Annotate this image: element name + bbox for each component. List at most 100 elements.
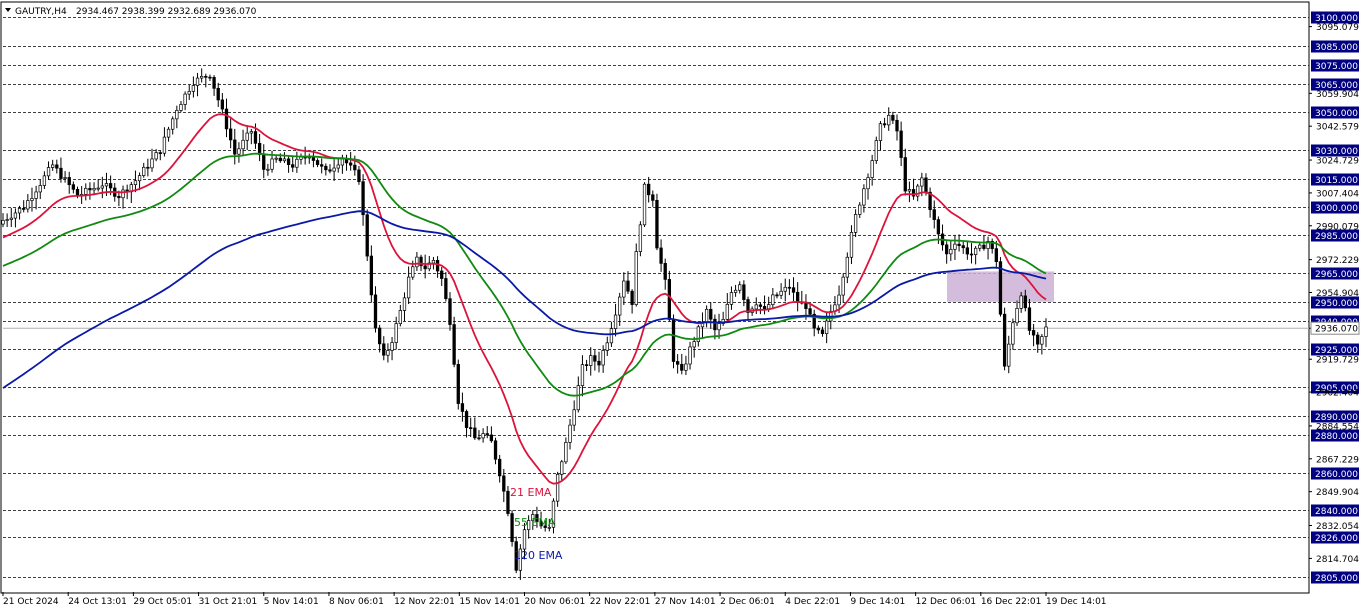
ema-layer xyxy=(2,113,1047,485)
candle-body xyxy=(849,232,854,258)
candle-body xyxy=(647,183,651,196)
candle-body xyxy=(671,319,676,362)
candle-body xyxy=(377,327,382,345)
candle-body xyxy=(67,177,71,186)
candle-body xyxy=(204,75,208,78)
candle-body xyxy=(493,440,498,460)
time-tick-label: 9 Dec 14:01 xyxy=(850,597,905,607)
candle-body xyxy=(659,247,663,264)
dropdown-triangle-icon[interactable] xyxy=(5,8,11,12)
candle-body xyxy=(667,279,672,320)
candle-body xyxy=(1031,330,1036,336)
ema55-line xyxy=(2,152,1047,397)
candle-body xyxy=(270,158,274,170)
candle-body xyxy=(435,259,440,272)
candle-body xyxy=(394,323,398,343)
candle-body xyxy=(195,77,200,86)
candle-body xyxy=(953,243,957,250)
price-tick-label: 2884.554 xyxy=(1316,422,1359,432)
candle-body xyxy=(638,224,643,252)
candle-body xyxy=(179,104,183,111)
candle-body xyxy=(907,189,912,192)
candle-body xyxy=(882,123,887,126)
candle-body xyxy=(874,140,878,161)
candle-body xyxy=(820,329,825,335)
candle-body xyxy=(887,114,891,126)
candle-body xyxy=(771,294,775,305)
candle-body xyxy=(315,160,320,165)
candle-body xyxy=(949,248,953,255)
candle-body xyxy=(228,128,233,141)
candle-body xyxy=(431,259,436,264)
candle-body xyxy=(837,294,841,306)
level-label: 2860.000 xyxy=(1315,470,1358,480)
candle-body xyxy=(704,308,709,323)
time-tick-label: 24 Oct 13:01 xyxy=(68,597,127,607)
candle-body xyxy=(1,219,5,225)
candle-body xyxy=(853,214,858,233)
candle-body xyxy=(791,287,796,293)
level-label: 3015.000 xyxy=(1315,176,1358,186)
time-tick-label: 20 Nov 06:01 xyxy=(525,597,586,607)
price-chart[interactable]: 3100.0003085.0003075.0003065.0003050.000… xyxy=(0,0,1362,611)
candle-body xyxy=(589,355,593,366)
candle-body xyxy=(353,164,357,171)
candle-body xyxy=(92,188,96,191)
candle-body xyxy=(593,355,597,362)
price-tick-label: 2954.904 xyxy=(1316,289,1359,299)
candle-body xyxy=(166,128,171,138)
level-label: 2805.000 xyxy=(1315,574,1358,584)
candle-body xyxy=(502,475,506,492)
candle-body xyxy=(398,310,402,325)
candle-body xyxy=(630,290,634,305)
level-label: 2965.000 xyxy=(1315,270,1358,280)
candle-body xyxy=(415,256,419,268)
candle-body xyxy=(365,214,369,257)
candle-body xyxy=(568,424,572,443)
candle-body xyxy=(580,364,585,386)
candle-body xyxy=(1011,322,1015,345)
candle-body xyxy=(59,167,63,179)
candle-body xyxy=(241,139,245,150)
time-tick-label: 12 Nov 22:01 xyxy=(394,597,455,607)
time-tick-label: 22 Nov 22:01 xyxy=(590,597,651,607)
candle-body xyxy=(738,284,742,291)
candle-body xyxy=(464,411,469,428)
candle-body xyxy=(51,164,55,168)
candle-body xyxy=(133,180,138,185)
candle-body xyxy=(216,87,220,101)
candle-body xyxy=(233,139,237,155)
time-tick-label: 8 Nov 06:01 xyxy=(329,597,384,607)
candle-body xyxy=(142,166,146,176)
candle-body xyxy=(816,327,821,331)
candle-body xyxy=(1007,343,1011,367)
candle-body xyxy=(754,304,758,310)
candle-body xyxy=(618,296,622,316)
candle-body xyxy=(684,363,688,371)
candle-body xyxy=(38,185,42,193)
candle-body xyxy=(448,298,452,325)
candle-body xyxy=(742,284,746,300)
candle-body xyxy=(349,162,353,166)
candle-body xyxy=(841,276,845,296)
candle-body xyxy=(245,132,249,141)
candle-body xyxy=(477,437,481,440)
price-axis: 3100.0003085.0003075.0003065.0003050.000… xyxy=(1309,11,1360,584)
time-tick-label: 27 Nov 14:01 xyxy=(655,597,716,607)
candle-body xyxy=(411,266,415,278)
candle-body xyxy=(13,212,18,219)
candle-body xyxy=(369,255,374,296)
candle-body xyxy=(680,363,684,371)
candle-body xyxy=(150,158,154,169)
candle-body xyxy=(613,314,618,329)
candle-body xyxy=(373,294,378,329)
candle-body xyxy=(572,409,576,426)
candle-body xyxy=(212,76,216,89)
candle-body xyxy=(286,158,291,165)
candle-body xyxy=(9,217,13,220)
ema21-line xyxy=(2,113,1047,485)
candle-body xyxy=(282,158,287,162)
candle-body xyxy=(1019,295,1023,309)
candle-body xyxy=(390,342,394,351)
price-tick-label: 2990.079 xyxy=(1316,222,1359,232)
